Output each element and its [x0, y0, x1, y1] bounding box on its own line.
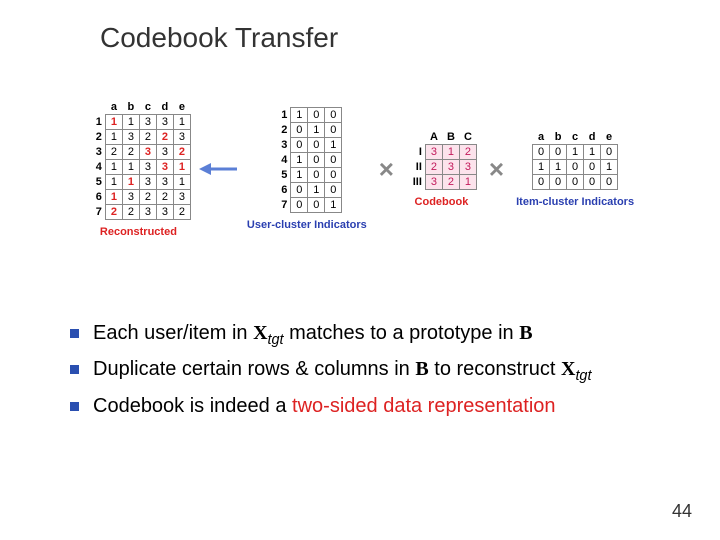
text-highlight: two-sided data representation	[292, 395, 556, 417]
text: to reconstruct	[429, 358, 561, 380]
item-indicators-table: abcde001101100100000	[532, 130, 618, 190]
text: matches to a prototype in	[284, 322, 520, 344]
multiply-icon: ×	[485, 154, 508, 185]
symbol-X: X	[253, 322, 267, 344]
page-number: 44	[672, 501, 692, 522]
left-arrow-icon	[199, 159, 239, 179]
symbol-B: B	[415, 358, 428, 380]
bullet-1-text: Each user/item in Xtgt matches to a prot…	[93, 320, 533, 350]
reconstructed-block: abcde11133121322332233241133151133161322…	[86, 100, 191, 238]
multiply-icon: ×	[375, 154, 398, 185]
codebook-table: ABCI312II233III321	[406, 130, 477, 190]
reconstructed-table: abcde11133121322332233241133151133161322…	[86, 100, 191, 220]
bullet-3: Codebook is indeed a two-sided data repr…	[70, 393, 680, 420]
user-indicators-block: 1100201030014100510060107001 User-cluste…	[247, 107, 367, 231]
text: Duplicate certain rows & columns in	[93, 358, 415, 380]
bullet-mark-icon	[70, 329, 79, 338]
text: Each user/item in	[93, 322, 253, 344]
bullet-mark-icon	[70, 365, 79, 374]
bullet-mark-icon	[70, 402, 79, 411]
codebook-label: Codebook	[415, 196, 469, 208]
user-indicators-label: User-cluster Indicators	[247, 219, 367, 231]
text: Codebook is indeed a	[93, 395, 292, 417]
bullet-list: Each user/item in Xtgt matches to a prot…	[70, 320, 680, 426]
subscript-tgt: tgt	[575, 368, 591, 384]
item-indicators-block: abcde001101100100000 Item-cluster Indica…	[516, 130, 634, 208]
codebook-block: ABCI312II233III321 Codebook	[406, 130, 477, 208]
subscript-tgt: tgt	[268, 332, 284, 348]
diagram-row: abcde11133121322332233241133151133161322…	[30, 100, 690, 238]
symbol-B: B	[519, 322, 532, 344]
bullet-3-text: Codebook is indeed a two-sided data repr…	[93, 393, 556, 420]
symbol-X: X	[561, 358, 575, 380]
bullet-1: Each user/item in Xtgt matches to a prot…	[70, 320, 680, 350]
reconstructed-label: Reconstructed	[100, 226, 177, 238]
bullet-2-text: Duplicate certain rows & columns in B to…	[93, 356, 591, 386]
user-indicators-table: 1100201030014100510060107001	[271, 107, 342, 213]
item-indicators-label: Item-cluster Indicators	[516, 196, 634, 208]
bullet-2: Duplicate certain rows & columns in B to…	[70, 356, 680, 386]
slide-title: Codebook Transfer	[100, 22, 338, 54]
